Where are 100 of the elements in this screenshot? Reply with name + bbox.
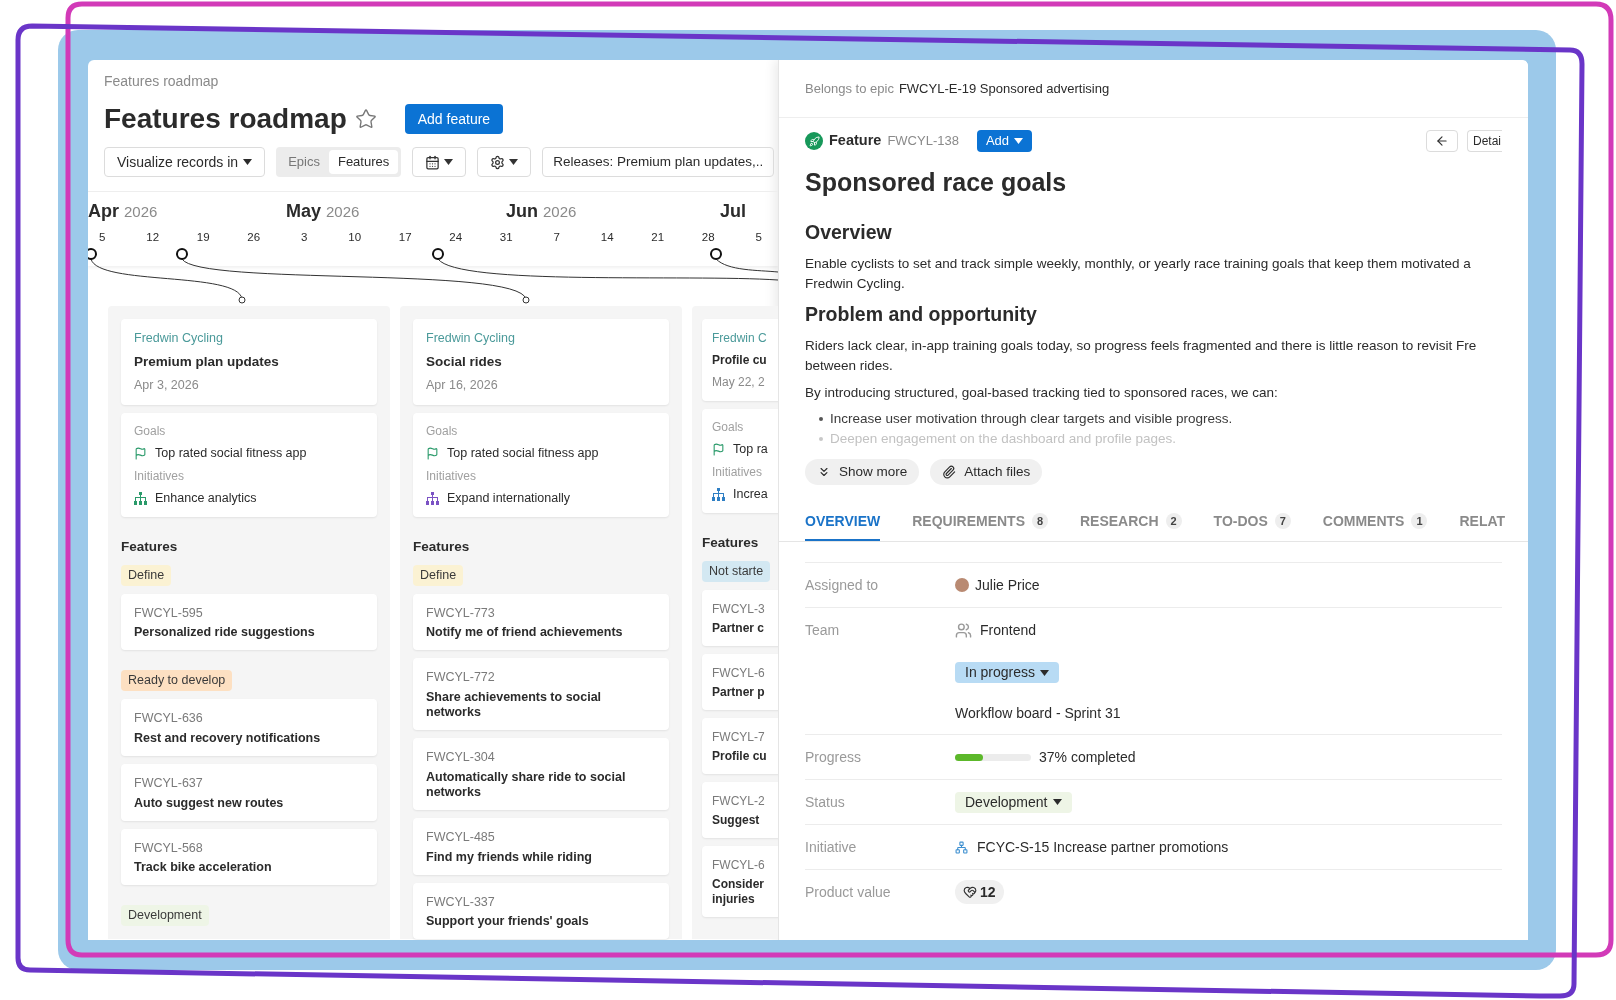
feature-card[interactable]: FWCYL-7 Profile cu bbox=[702, 717, 778, 774]
count-badge: 7 bbox=[1274, 513, 1291, 529]
settings-button[interactable] bbox=[477, 147, 532, 177]
back-button[interactable] bbox=[1426, 130, 1458, 152]
toggle-option[interactable]: Features bbox=[328, 150, 399, 174]
week-label: 19 bbox=[196, 230, 210, 245]
feature-id: FWCYL-568 bbox=[134, 839, 204, 857]
visualize-dropdown[interactable]: Visualize records in bbox=[104, 147, 266, 177]
feature-id: FWCYL-6 bbox=[712, 856, 766, 874]
attach-files-button[interactable]: Attach files bbox=[930, 459, 1043, 485]
week-label: 17 bbox=[398, 230, 412, 245]
year-label: 2026 bbox=[543, 202, 577, 222]
show-more-button[interactable]: Show more bbox=[805, 459, 920, 485]
initiatives-label: Initiatives bbox=[712, 464, 763, 481]
score-pill[interactable]: 12 bbox=[955, 880, 1004, 904]
month-label: Apr bbox=[88, 200, 119, 223]
record-id: FWCYL-138 bbox=[887, 132, 959, 151]
score-value: 12 bbox=[980, 882, 996, 902]
section-heading: Problem and opportunity bbox=[805, 301, 1038, 327]
feature-id: FWCYL-485 bbox=[426, 828, 496, 846]
record-type: Feature bbox=[829, 131, 882, 151]
feature-id: FWCYL-337 bbox=[426, 893, 496, 911]
releases-filter[interactable]: Releases: Premium plan updates,.. bbox=[542, 147, 775, 177]
caret-icon bbox=[1052, 799, 1062, 805]
feature-id: FWCYL-7 bbox=[712, 728, 766, 746]
release-card[interactable]: Fredwin Cycling Social rides Apr 16, 2026 bbox=[413, 319, 669, 405]
week-label: 10 bbox=[348, 230, 362, 245]
caret-icon bbox=[444, 159, 454, 165]
goal-link[interactable]: Top ra bbox=[733, 440, 768, 459]
feature-card[interactable]: FWCYL-3 Partner c bbox=[702, 589, 778, 646]
release-date: May 22, 2 bbox=[712, 374, 765, 392]
feature-name: Rest and recovery notifications bbox=[134, 730, 322, 746]
details-button[interactable]: Detai bbox=[1467, 130, 1502, 152]
feature-card[interactable]: FWCYL-637 Auto suggest new routes bbox=[121, 763, 377, 821]
goal-link[interactable]: Top rated social fitness app bbox=[447, 444, 599, 463]
feature-name: Profile cu bbox=[712, 748, 768, 764]
initiative-link[interactable]: Expand internationally bbox=[447, 488, 570, 508]
release-card[interactable]: Fredwin C Profile cu May 22, 2 bbox=[702, 319, 778, 402]
features-heading: Features bbox=[413, 537, 471, 556]
month-label: May bbox=[286, 200, 321, 223]
avatar bbox=[955, 578, 969, 592]
count-badge: 2 bbox=[1165, 513, 1182, 529]
feature-card[interactable]: FWCYL-485 Find my friends while riding bbox=[413, 817, 669, 875]
field-value[interactable]: Julie Price bbox=[975, 574, 1040, 596]
detail-tab[interactable]: COMMENTS 1 bbox=[1322, 503, 1428, 541]
paragraph-line: between rides. bbox=[805, 357, 894, 375]
feature-card[interactable]: FWCYL-636 Rest and recovery notifications bbox=[121, 699, 377, 756]
month-label: Jul bbox=[720, 200, 746, 223]
initiative-link[interactable]: Increa bbox=[733, 485, 768, 504]
field-value[interactable]: FCYC-S-15 Increase partner promotions bbox=[977, 836, 1229, 858]
section-heading: Overview bbox=[805, 219, 893, 245]
feature-card[interactable]: FWCYL-595 Personalized ride suggestions bbox=[121, 593, 377, 651]
status-dropdown[interactable]: In progress bbox=[955, 662, 1060, 683]
status-dropdown[interactable]: Development bbox=[955, 791, 1072, 813]
hierarchy-icon bbox=[955, 840, 968, 854]
add-feature-button[interactable]: Add feature bbox=[404, 104, 504, 134]
product-name: Fredwin Cycling bbox=[134, 330, 223, 348]
chevrons-down-icon bbox=[817, 465, 831, 479]
detail-tab[interactable]: RESEARCH 2 bbox=[1080, 503, 1182, 541]
caret-icon bbox=[1040, 669, 1050, 676]
settings-icon bbox=[490, 154, 506, 170]
feature-card[interactable]: FWCYL-2 Suggest bbox=[702, 781, 778, 838]
paragraph-line: Enable cyclists to set and track simple weekly, monthly, or yearly race training goals that keep them motivated a bbox=[805, 254, 1472, 273]
calendar-button[interactable] bbox=[412, 147, 467, 177]
status-tag: Define bbox=[413, 564, 464, 586]
breadcrumb[interactable]: Features roadmap bbox=[104, 71, 762, 92]
paragraph-line: Riders lack clear, in-app training goals today, so progress feels fragmented and there is little reason to revisit Fre bbox=[805, 337, 1478, 355]
features-heading: Features bbox=[121, 537, 179, 556]
features-heading: Features bbox=[702, 533, 760, 552]
initiatives-label: Initiatives bbox=[134, 467, 185, 485]
paragraph-line: Fredwin Cycling. bbox=[805, 274, 906, 293]
toggle-option[interactable]: Epics bbox=[279, 150, 329, 174]
goal-link[interactable]: Top rated social fitness app bbox=[155, 444, 307, 463]
feature-name: Support your friends' goals bbox=[426, 914, 590, 930]
feature-card[interactable]: FWCYL-337 Support your friends' goals bbox=[413, 882, 669, 940]
feature-id: FWCYL-595 bbox=[134, 604, 204, 622]
feature-card[interactable]: FWCYL-6 Partner p bbox=[702, 653, 778, 710]
feature-id: FWCYL-3 bbox=[712, 600, 766, 618]
field-value[interactable]: Frontend bbox=[980, 619, 1037, 641]
add-dropdown-button[interactable]: Add bbox=[976, 130, 1033, 152]
feature-card[interactable]: FWCYL-6 Consider injuries bbox=[702, 845, 778, 917]
feature-id: FWCYL-636 bbox=[134, 710, 204, 727]
feature-id: FWCYL-2 bbox=[712, 792, 766, 810]
detail-tab[interactable]: OVERVIEW bbox=[805, 503, 881, 541]
field-value[interactable]: Workflow board - Sprint 31 bbox=[955, 703, 1121, 724]
feature-card[interactable]: FWCYL-304 Automatically share ride to social networks bbox=[413, 738, 669, 810]
release-card[interactable]: Fredwin Cycling Premium plan updates Apr 3, 2026 bbox=[121, 319, 377, 405]
feature-card[interactable]: FWCYL-772 Share achievements to social networks bbox=[413, 658, 669, 730]
feature-card[interactable]: FWCYL-568 Track bike acceleration bbox=[121, 828, 377, 886]
release-date: Apr 3, 2026 bbox=[134, 377, 199, 395]
detail-tab[interactable]: REQUIREMENTS 8 bbox=[912, 503, 1048, 541]
detail-tab[interactable]: TO-DOS 7 bbox=[1213, 503, 1291, 541]
feature-name: Automatically share ride to social networks bbox=[426, 769, 627, 800]
paperclip-icon bbox=[942, 465, 957, 479]
feature-card[interactable]: FWCYL-773 Notify me of friend achievements bbox=[413, 593, 669, 651]
epic-link[interactable]: FWCYL-E-19 Sponsored advertising bbox=[898, 78, 1110, 99]
star-icon[interactable] bbox=[354, 108, 377, 130]
initiative-link[interactable]: Enhance analytics bbox=[155, 488, 257, 508]
feature-name: Partner p bbox=[712, 684, 766, 700]
count-badge: 8 bbox=[1032, 513, 1048, 529]
